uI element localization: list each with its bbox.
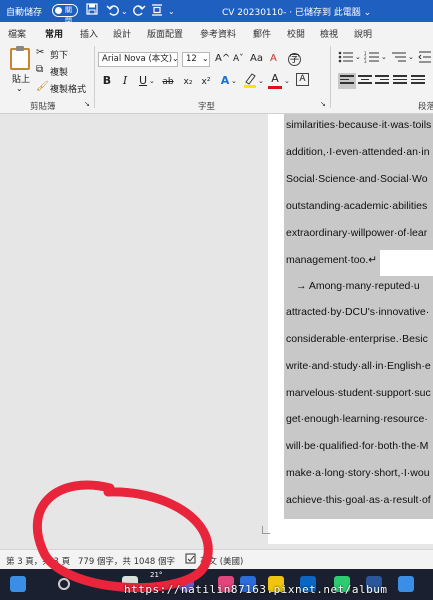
tab-view[interactable]: 檢視 xyxy=(320,27,338,40)
text-line[interactable]: addition,·I·even·attended·an·in xyxy=(286,146,430,158)
title-bar: 自動儲存 關閉 ⌄ ⌄ CV 20230110- · 已儲存到 此電腦 ⌄ xyxy=(0,0,433,25)
document-title[interactable]: CV 20230110- · 已儲存到 此電腦 ⌄ xyxy=(222,5,371,18)
redo-icon[interactable] xyxy=(132,3,146,20)
text-line[interactable]: marvelous·student·support·suc xyxy=(286,387,431,399)
group-divider xyxy=(94,46,95,108)
svg-text:3: 3 xyxy=(364,59,367,63)
multilevel-list-icon[interactable] xyxy=(391,51,407,66)
subscript-button[interactable]: x₂ xyxy=(180,75,196,89)
tab-design[interactable]: 設計 xyxy=(113,27,131,40)
paste-icon[interactable] xyxy=(10,46,30,70)
app-icon[interactable] xyxy=(398,576,414,592)
bullets-icon[interactable] xyxy=(338,51,354,66)
page-corner-mark xyxy=(262,526,270,534)
clear-format-icon[interactable]: A xyxy=(270,53,277,64)
clipboard-group-label: 剪貼簿 xyxy=(30,102,56,112)
tab-layout[interactable]: 版面配置 xyxy=(147,27,183,40)
text-line[interactable]: considerable·enterprise.·Besic xyxy=(286,333,428,345)
strikethrough-button[interactable]: ab xyxy=(160,75,176,89)
undo-dropdown-icon[interactable]: ⌄ xyxy=(121,5,128,19)
highlight-dropdown-icon[interactable]: ⌄ xyxy=(258,77,264,85)
underline-button[interactable]: U xyxy=(136,74,150,88)
format-painter-label[interactable]: 複製格式 xyxy=(50,82,86,95)
font-color-dropdown-icon[interactable]: ⌄ xyxy=(284,77,290,85)
format-painter-icon[interactable]: 🖌 xyxy=(36,81,49,92)
numbering-dropdown-icon[interactable]: ⌄ xyxy=(381,53,387,61)
layout-icon[interactable] xyxy=(150,3,164,20)
shrink-font-icon[interactable]: Aˇ xyxy=(233,54,244,64)
autosave-toggle[interactable]: 關閉 xyxy=(52,4,78,25)
highlighter-icon[interactable] xyxy=(243,72,257,91)
font-size-dropdown-icon[interactable]: ⌄ xyxy=(202,54,209,63)
watermark: https://natilin87163.pixnet.net/album xyxy=(124,583,388,596)
text-line[interactable]: outstanding·academic·abilities xyxy=(286,200,427,212)
change-case-icon[interactable]: Aa xyxy=(250,53,263,64)
customize-toolbar-icon[interactable]: ⌄ xyxy=(168,5,175,19)
ribbon: 貼上 ⌄ ✂ 剪下 ⧉ 複製 🖌 複製格式 剪貼簿 ↘ Arial Nova (… xyxy=(0,42,433,114)
grow-font-icon[interactable]: A^ xyxy=(215,53,230,64)
italic-button[interactable]: I xyxy=(118,74,132,88)
multilevel-dropdown-icon[interactable]: ⌄ xyxy=(408,53,414,61)
copy-icon[interactable]: ⧉ xyxy=(36,64,43,75)
align-center-button[interactable] xyxy=(358,75,372,87)
phonetic-guide-icon[interactable]: 字 xyxy=(288,53,301,66)
text-effects-button[interactable]: A xyxy=(218,74,232,88)
text-line[interactable]: → Among·many·reputed·u xyxy=(296,280,420,292)
font-name-select[interactable]: Arial Nova (本文) xyxy=(98,52,178,67)
text-line[interactable]: write·and·study·all·in·English·e xyxy=(286,360,431,372)
paragraph-group-label: 段落 xyxy=(418,102,433,112)
save-icon[interactable] xyxy=(86,3,98,18)
tab-review[interactable]: 校閱 xyxy=(287,27,305,40)
text-effects-dropdown-icon[interactable]: ⌄ xyxy=(231,77,237,85)
text-line[interactable]: make·a·long·story·short,·I·wou xyxy=(286,467,430,479)
text-line[interactable]: Social·Science·and·Social·Wo xyxy=(286,173,428,185)
cut-label[interactable]: 剪下 xyxy=(50,48,68,61)
numbering-icon[interactable]: 123 xyxy=(364,51,380,66)
character-border-button[interactable]: A xyxy=(296,73,309,86)
scissors-icon[interactable]: ✂ xyxy=(36,47,44,58)
text-line[interactable]: attracted·by·DCU's·innovative· xyxy=(286,306,429,318)
font-size-value: 12 xyxy=(186,54,197,64)
font-name-dropdown-icon[interactable]: ⌄ xyxy=(172,54,179,63)
autosave-label: 自動儲存 xyxy=(6,8,43,18)
underline-dropdown-icon[interactable]: ⌄ xyxy=(149,77,155,85)
tab-mailings[interactable]: 郵件 xyxy=(253,27,271,40)
distributed-button[interactable] xyxy=(411,75,425,87)
group-divider xyxy=(330,46,331,108)
text-line[interactable]: achieve·this·goal·as·a·result·of xyxy=(286,494,431,506)
tab-home[interactable]: 常用 xyxy=(45,27,64,45)
clipboard-launcher-icon[interactable]: ↘ xyxy=(84,100,90,108)
decrease-indent-icon[interactable] xyxy=(418,51,432,66)
superscript-button[interactable]: x² xyxy=(198,75,214,89)
font-color-button[interactable]: A xyxy=(268,72,282,89)
copy-label[interactable]: 複製 xyxy=(50,65,68,78)
ribbon-tabs: 檔案 常用 插入 設計 版面配置 參考資料 郵件 校閱 檢視 說明 xyxy=(0,22,433,45)
align-right-button[interactable] xyxy=(375,75,389,87)
font-name-value: Arial Nova (本文) xyxy=(102,54,173,64)
bullets-dropdown-icon[interactable]: ⌄ xyxy=(355,53,361,61)
red-annotation-circle xyxy=(32,480,213,593)
paste-dropdown-icon[interactable]: ⌄ xyxy=(16,84,23,93)
text-line[interactable]: similarities·because·it·was·toils xyxy=(286,119,431,131)
text-line[interactable]: will·be·qualified·for·both·the·M xyxy=(286,440,428,452)
tab-file[interactable]: 檔案 xyxy=(8,27,26,40)
text-line[interactable]: extraordinary·willpower·of·lear xyxy=(286,227,427,239)
font-launcher-icon[interactable]: ↘ xyxy=(320,100,326,108)
toggle-knob xyxy=(55,7,62,14)
text-line[interactable]: get·enough·learning·resource· xyxy=(286,413,428,425)
tab-help[interactable]: 說明 xyxy=(354,27,372,40)
document-page[interactable]: similarities·because·it·was·toils additi… xyxy=(268,114,433,544)
text-line[interactable]: management·too.↵ xyxy=(286,254,377,266)
align-left-button[interactable] xyxy=(338,73,356,89)
font-group-label: 字型 xyxy=(198,102,216,112)
selection-gap xyxy=(380,250,433,276)
justify-button[interactable] xyxy=(393,75,407,87)
undo-icon[interactable] xyxy=(106,3,120,20)
tab-references[interactable]: 參考資料 xyxy=(200,27,236,40)
bold-button[interactable]: B xyxy=(100,74,114,88)
tab-insert[interactable]: 插入 xyxy=(80,27,98,40)
